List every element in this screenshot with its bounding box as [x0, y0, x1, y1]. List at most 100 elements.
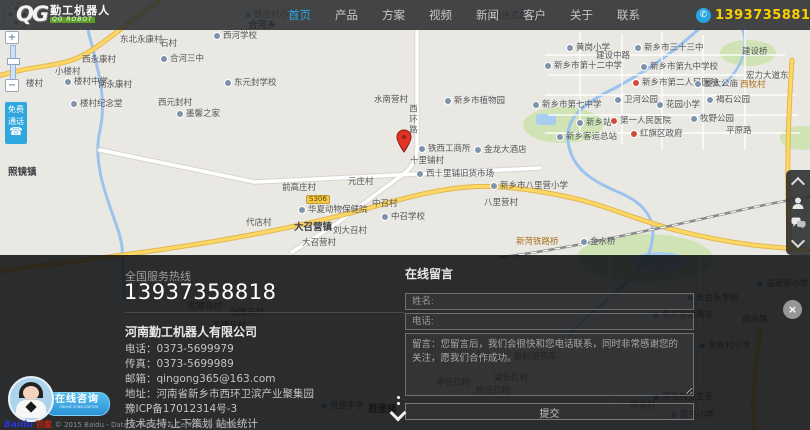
map-label: 新乡市植物园: [444, 97, 505, 106]
page: 魏庄村小学合河乡环宇双通式立交桥东北永康村石村西河学校西永康村合河三中小楼村楼村…: [0, 0, 810, 430]
map-label: 西十里铺旧货市场: [416, 170, 494, 179]
chevron-up-icon[interactable]: [791, 177, 805, 191]
map-label: 新乡市八里营小学: [490, 182, 568, 191]
map-label: 建设中路: [596, 52, 630, 61]
name-input[interactable]: [405, 293, 694, 310]
poi-icon: [418, 145, 426, 153]
chevron-down-icon[interactable]: [791, 234, 805, 248]
map-label: 华夏动物保健院: [298, 206, 368, 215]
customer-service-icon[interactable]: [791, 196, 805, 210]
map-label: 牧野公园: [690, 115, 734, 124]
logo-qg-text: QG: [16, 2, 47, 26]
map-label: 新菏铁路桥: [516, 238, 559, 247]
map-label: 中召学校: [381, 213, 425, 222]
map-label: 建设桥: [742, 48, 768, 57]
contact-lines: 电话：0373-5699979传真：0373-5699989邮箱：qingong…: [125, 342, 314, 430]
free-call-button[interactable]: 免费 通话 ☎: [5, 102, 27, 144]
poi-icon: [656, 101, 664, 109]
poi-icon: [556, 133, 564, 141]
consultant-avatar[interactable]: [8, 376, 54, 422]
poi-icon: [64, 78, 72, 86]
nav-item[interactable]: 产品: [335, 7, 358, 23]
poi-icon: [640, 63, 648, 71]
poi-icon: [706, 96, 714, 104]
logo-cn-text: 勤工机器人: [50, 5, 110, 16]
hotline-number: 13937358818: [124, 280, 276, 304]
map-label: 西牧村: [740, 81, 766, 90]
poi-icon: [490, 182, 498, 190]
map-label: 大召营村: [302, 239, 336, 248]
map-zoom-out-button[interactable]: −: [5, 79, 19, 92]
scroll-down-indicator[interactable]: [389, 394, 407, 419]
nav-phone-number: 13937358818: [715, 8, 810, 23]
map-label: 花园小学: [656, 101, 700, 110]
nav-item[interactable]: 联系: [617, 7, 640, 23]
map-label: 水南营村: [374, 96, 408, 105]
map-zoom-in-button[interactable]: +: [5, 31, 19, 44]
submit-button[interactable]: 提交: [405, 403, 694, 420]
baidu-logo: Baidu: [4, 420, 33, 430]
nav-item[interactable]: 视频: [429, 7, 452, 23]
map-label: 东元封学校: [224, 79, 277, 88]
map-label: 前高庄村: [282, 184, 316, 193]
map-label: 平原路: [726, 127, 752, 136]
close-icon[interactable]: ×: [783, 300, 802, 319]
map-label: S306: [306, 195, 330, 204]
nav-item[interactable]: 关于: [570, 7, 593, 23]
nav-item[interactable]: 新闻: [476, 7, 499, 23]
poi-icon: [690, 115, 698, 123]
free-call-label-1: 免费: [5, 102, 27, 114]
poi-icon: [576, 119, 584, 127]
map-label: 墨馨之家: [176, 110, 220, 119]
map-label: 金龙大酒店: [474, 146, 527, 155]
contact-line: 豫ICP备17012314号-3: [125, 402, 314, 417]
map-label: 石村: [160, 40, 177, 49]
map-label: 金水桥: [580, 238, 616, 247]
map-label: 中召村: [372, 200, 398, 209]
map-label: 西元封村: [158, 99, 192, 108]
map-label: 十里铺村: [410, 157, 444, 166]
poi-icon: [213, 32, 221, 40]
footer-divider: [125, 312, 405, 313]
phone-icon: ✆: [696, 8, 711, 23]
poi-icon: [160, 55, 168, 63]
poi-icon: [630, 130, 638, 138]
nav-item[interactable]: 首页: [288, 7, 311, 23]
map-label: 八里营村: [484, 199, 518, 208]
map-label: 红旗区政府: [630, 130, 683, 139]
map-zoom-handle[interactable]: [7, 58, 20, 65]
contact-line: 邮箱：qingong365@163.com: [125, 372, 314, 387]
map-label: 楼村: [26, 80, 43, 89]
poi-icon: [632, 79, 640, 87]
poi-icon: [566, 44, 574, 52]
contact-line: 电话：0373-5699979: [125, 342, 314, 357]
map-label: 元庄村: [348, 178, 374, 187]
map-marker-pin[interactable]: [396, 129, 412, 153]
map-label: 东北永康村: [120, 36, 163, 45]
map-label: 卫河公园: [614, 96, 658, 105]
map-label: 新乡客运总站: [556, 133, 617, 142]
message-textarea[interactable]: 留言：您留言后，我们会很快和您电话联系，同时非常感谢您的关注，愿我们合作成功。: [405, 333, 694, 396]
nav-item[interactable]: 客户: [523, 7, 546, 23]
map-label: 大召营镇: [294, 223, 332, 233]
phone-input[interactable]: [405, 313, 694, 330]
map-label: 新乡市第十二中学: [544, 62, 622, 71]
chat-bubbles-icon[interactable]: [791, 217, 806, 229]
map-label: 新乡市三十三中: [634, 44, 704, 53]
map-label: 第一人民医院: [610, 117, 671, 126]
map-label: 小楼村: [55, 68, 81, 77]
map-label: 宏力大道东: [746, 72, 789, 81]
poi-icon: [580, 238, 588, 246]
nav-phone: ✆ 13937358818: [696, 0, 810, 30]
map-label: 代店村: [246, 219, 272, 228]
top-navbar: QG 勤工机器人 QG ROBOT 首页 产品 方案 视频 新闻 客户 关于 联系 ✆ 139…: [0, 0, 810, 30]
map-label: 西河学校: [213, 32, 257, 41]
online-consult-button[interactable]: 在线咨询 ONLINE CONSULTATION: [44, 392, 110, 416]
contact-line: 地址：河南省新乡市西环卫滨产业聚集园: [125, 387, 314, 402]
poi-icon: [298, 206, 306, 214]
map-label: 南永康村: [98, 81, 132, 90]
map-label: 姜太公庙: [694, 80, 738, 89]
map-label: 新乡市第九中学校: [640, 63, 718, 72]
site-logo[interactable]: QG 勤工机器人 QG ROBOT: [16, 2, 110, 26]
nav-item[interactable]: 方案: [382, 7, 405, 23]
